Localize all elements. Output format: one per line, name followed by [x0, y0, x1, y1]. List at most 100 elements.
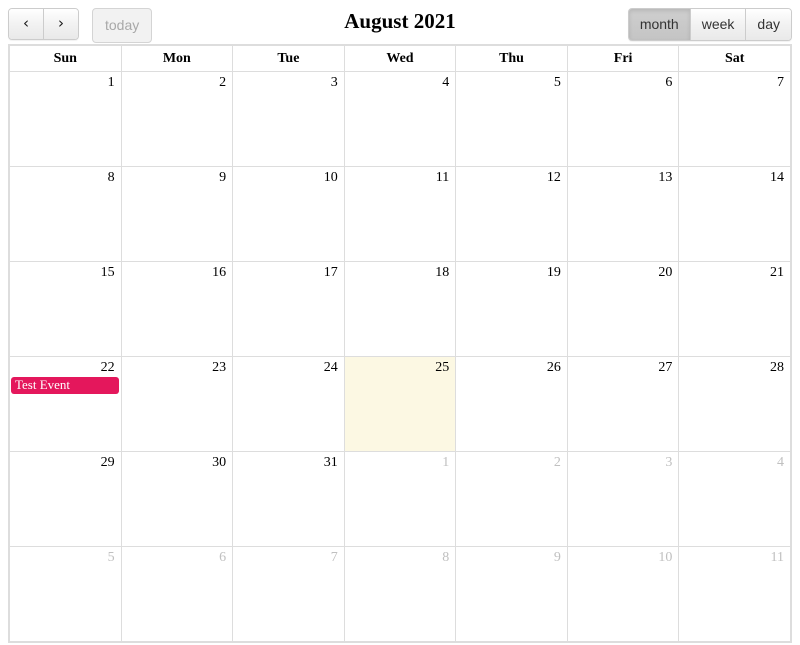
day-number: 3: [330, 75, 338, 90]
day-cell[interactable]: 15: [9, 261, 122, 357]
day-header-sat: Sat: [678, 45, 791, 72]
day-cell[interactable]: 7: [232, 546, 345, 642]
day-header-row: Sun Mon Tue Wed Thu Fri Sat: [9, 45, 791, 72]
calendar-body: 1 2 3 4 5 6 7 8 9 10 11 12 13 14 15 16 17 18 19 20 21 22 Test …: [9, 71, 791, 642]
toolbar-right-group: month week day: [627, 8, 792, 41]
day-number: 9: [219, 170, 227, 185]
day-number: 6: [665, 75, 673, 90]
day-cell[interactable]: 30: [120, 451, 234, 547]
day-cell[interactable]: 20: [566, 261, 680, 357]
day-cell[interactable]: 21: [678, 261, 791, 357]
day-cell[interactable]: 3: [232, 71, 345, 167]
day-cell[interactable]: 14: [678, 166, 791, 262]
day-cell[interactable]: 17: [232, 261, 345, 357]
day-cell[interactable]: 8: [343, 546, 457, 642]
day-number: 10: [323, 170, 338, 185]
day-number: 6: [219, 550, 227, 565]
day-cell[interactable]: 6: [566, 71, 680, 167]
day-cell[interactable]: 28: [678, 356, 791, 452]
day-number: 10: [658, 550, 673, 565]
day-cell[interactable]: 2: [120, 71, 234, 167]
day-cell[interactable]: 5: [455, 71, 568, 167]
calendar-event[interactable]: Test Event: [11, 377, 119, 394]
day-header-sun: Sun: [9, 45, 122, 72]
day-header-thu: Thu: [455, 45, 568, 72]
day-number: 7: [330, 550, 338, 565]
day-cell[interactable]: 6: [120, 546, 234, 642]
day-number: 3: [665, 455, 673, 470]
day-cell[interactable]: 9: [120, 166, 234, 262]
day-cell[interactable]: 8: [9, 166, 122, 262]
next-month-button[interactable]: ›: [43, 9, 78, 39]
day-number: 18: [435, 265, 450, 280]
day-cell[interactable]: 23: [120, 356, 234, 452]
day-number: 2: [219, 75, 227, 90]
day-number: 30: [212, 455, 227, 470]
day-cell[interactable]: 11: [678, 546, 791, 642]
day-cell[interactable]: 1: [9, 71, 122, 167]
calendar-table: Sun Mon Tue Wed Thu Fri Sat 1 2 3 4 5 6 7 8 9 10 11 12 13 1…: [9, 45, 791, 642]
day-number: 4: [442, 75, 450, 90]
day-cell[interactable]: 31: [232, 451, 345, 547]
day-cell[interactable]: 24: [232, 356, 345, 452]
day-cell[interactable]: 3: [566, 451, 680, 547]
day-cell[interactable]: 4: [678, 451, 791, 547]
week-row: 1 2 3 4 5 6 7: [9, 71, 791, 167]
day-cell[interactable]: 19: [455, 261, 568, 357]
day-cell[interactable]: 26: [455, 356, 568, 452]
day-number: 1: [107, 75, 115, 90]
day-number: 19: [546, 265, 561, 280]
day-cell[interactable]: 25: [343, 356, 457, 452]
day-number: 13: [658, 170, 673, 185]
day-header-fri: Fri: [566, 45, 680, 72]
day-cell[interactable]: 9: [455, 546, 568, 642]
day-number: 16: [212, 265, 227, 280]
day-cell[interactable]: 29: [9, 451, 122, 547]
view-switcher-button-group: month week day: [627, 8, 792, 41]
day-number: 15: [100, 265, 115, 280]
day-cell[interactable]: 2: [455, 451, 568, 547]
calendar-toolbar: ‹ › today August 2021 month week day: [8, 0, 792, 44]
day-cell[interactable]: 13: [566, 166, 680, 262]
view-button-day[interactable]: day: [745, 9, 791, 40]
day-cell[interactable]: 16: [120, 261, 234, 357]
day-number: 12: [546, 170, 561, 185]
day-cell[interactable]: 7: [678, 71, 791, 167]
day-number: 4: [777, 455, 784, 470]
week-row: 15 16 17 18 19 20 21: [9, 261, 791, 357]
week-row: 29 30 31 1 2 3 4: [9, 451, 791, 547]
day-cell[interactable]: 1: [343, 451, 457, 547]
prev-next-button-group: ‹ ›: [8, 8, 79, 40]
day-cell[interactable]: 10: [566, 546, 680, 642]
day-cell[interactable]: 18: [343, 261, 457, 357]
day-cell[interactable]: 10: [232, 166, 345, 262]
day-number: 5: [107, 550, 115, 565]
day-number: 22: [100, 360, 115, 375]
day-number: 21: [770, 265, 784, 280]
day-number: 5: [553, 75, 561, 90]
day-number: 29: [100, 455, 115, 470]
day-cell[interactable]: 22 Test Event: [9, 356, 122, 452]
day-number: 20: [658, 265, 673, 280]
week-row: 22 Test Event 23 24 25 26 27 28: [9, 356, 791, 452]
day-header-wed: Wed: [343, 45, 457, 72]
day-cell[interactable]: 27: [566, 356, 680, 452]
day-number: 31: [323, 455, 338, 470]
day-cell[interactable]: 4: [343, 71, 457, 167]
today-button[interactable]: today: [92, 8, 153, 43]
prev-month-button[interactable]: ‹: [9, 9, 43, 39]
day-cell[interactable]: 11: [343, 166, 457, 262]
day-header-tue: Tue: [232, 45, 345, 72]
view-button-week[interactable]: week: [689, 9, 746, 40]
day-cell[interactable]: 12: [455, 166, 568, 262]
day-number: 11: [435, 170, 450, 185]
view-button-month[interactable]: month: [628, 9, 690, 40]
calendar-grid: Sun Mon Tue Wed Thu Fri Sat 1 2 3 4 5 6 7 8 9 10 11 12 13 1…: [8, 44, 792, 643]
day-number: 11: [770, 550, 784, 565]
day-header-mon: Mon: [120, 45, 234, 72]
day-cell[interactable]: 5: [9, 546, 122, 642]
calendar-head: Sun Mon Tue Wed Thu Fri Sat: [9, 45, 791, 72]
week-row: 8 9 10 11 12 13 14: [9, 166, 791, 262]
day-number: 28: [770, 360, 784, 375]
day-number: 23: [212, 360, 227, 375]
